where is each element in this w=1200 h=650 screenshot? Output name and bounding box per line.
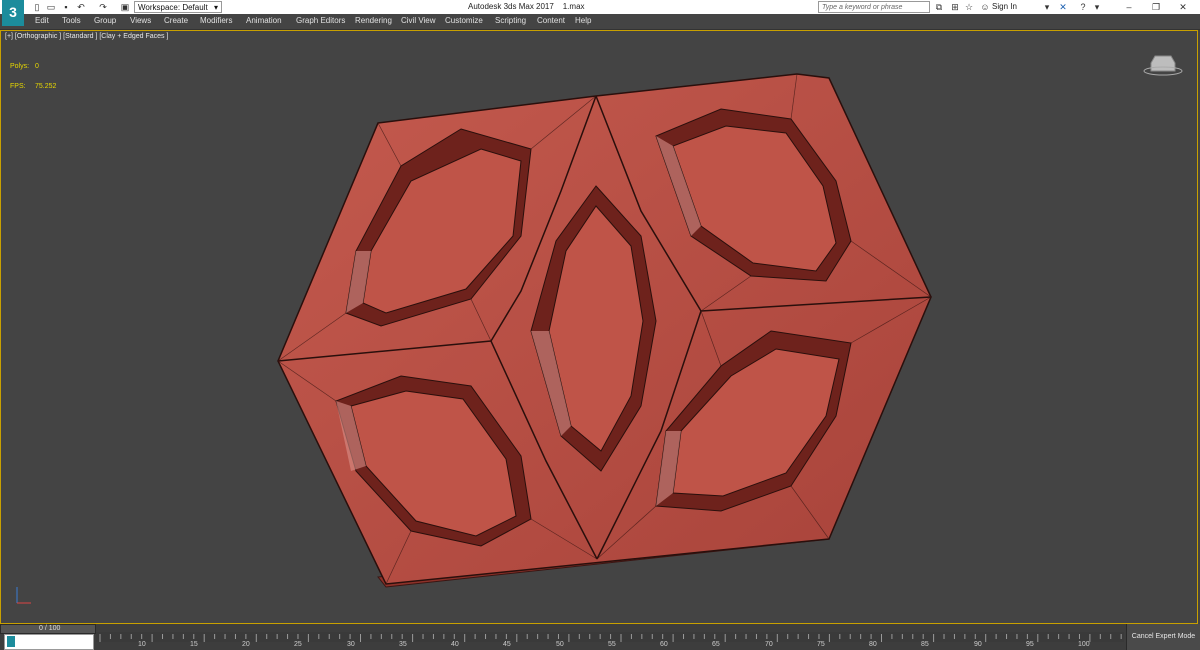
menu-edit[interactable]: Edit bbox=[35, 16, 49, 25]
restore-icon[interactable]: ❐ bbox=[1151, 2, 1161, 12]
tick-label: 60 bbox=[660, 641, 668, 648]
undo-icon[interactable]: ↶ bbox=[76, 2, 86, 12]
tick-label: 70 bbox=[765, 641, 773, 648]
menu-tools[interactable]: Tools bbox=[62, 16, 81, 25]
search-input[interactable]: Type a keyword or phrase bbox=[818, 1, 930, 13]
cancel-expert-mode-button[interactable]: Cancel Expert Mode bbox=[1126, 624, 1200, 650]
tick-label: 10 bbox=[138, 641, 146, 648]
axis-tripod-icon bbox=[16, 587, 31, 604]
tick-label: 30 bbox=[347, 641, 355, 648]
tick-label: 25 bbox=[294, 641, 302, 648]
star-icon[interactable]: ☆ bbox=[964, 2, 974, 12]
tick-label: 55 bbox=[608, 641, 616, 648]
tick-label: 75 bbox=[817, 641, 825, 648]
tick-label: 85 bbox=[921, 641, 929, 648]
chevron-down-icon: ▾ bbox=[213, 3, 218, 12]
workspace-dropdown[interactable]: Workspace: Default ▾ bbox=[134, 1, 222, 13]
minimize-icon[interactable]: – bbox=[1124, 2, 1134, 12]
menu-animation[interactable]: Animation bbox=[246, 16, 282, 25]
perspective-viewport[interactable]: [+] [Orthographic ] [Standard ] [Clay + … bbox=[0, 30, 1198, 624]
app-logo[interactable]: 3 bbox=[2, 0, 24, 26]
binoculars-icon[interactable]: ⧉ bbox=[934, 2, 944, 12]
menu-bar: Edit Tools Group Views Create Modifiers … bbox=[0, 14, 1200, 30]
tick-label: 40 bbox=[451, 641, 459, 648]
menu-customize[interactable]: Customize bbox=[445, 16, 483, 25]
menu-views[interactable]: Views bbox=[130, 16, 151, 25]
autodesk-exchange-icon[interactable]: ✕ bbox=[1058, 2, 1068, 12]
tick-label: 95 bbox=[1026, 641, 1034, 648]
save-icon[interactable]: ▪ bbox=[61, 2, 71, 12]
tick-label: 100 bbox=[1078, 641, 1090, 648]
menu-group[interactable]: Group bbox=[94, 16, 116, 25]
tick-label: 20 bbox=[242, 641, 250, 648]
maxscript-icon bbox=[7, 636, 15, 647]
menu-civil-view[interactable]: Civil View bbox=[401, 16, 436, 25]
tick-label: 65 bbox=[712, 641, 720, 648]
window-title: Autodesk 3ds Max 2017 1.max bbox=[468, 2, 585, 11]
title-bar: 3 ▯ ▭ ▪ ↶ ↷ ▣ Workspace: Default ▾ Autode… bbox=[0, 0, 1200, 26]
tick-label: 45 bbox=[503, 641, 511, 648]
tick-label: 80 bbox=[869, 641, 877, 648]
file-name: 1.max bbox=[562, 2, 585, 11]
help-icon[interactable]: ? bbox=[1078, 2, 1088, 12]
timeline-bar: 0 / 100 5 10 15 20 25 30 35 40 45 50 55 … bbox=[0, 624, 1200, 650]
tick-label: 50 bbox=[556, 641, 564, 648]
chevron-down-icon[interactable]: ▾ bbox=[1042, 2, 1052, 12]
tick-label: 35 bbox=[399, 641, 407, 648]
user-icon[interactable]: ☺ bbox=[980, 2, 990, 12]
chevron-down-icon[interactable]: ▾ bbox=[1092, 2, 1102, 12]
menu-scripting[interactable]: Scripting bbox=[495, 16, 526, 25]
menu-graph-editors[interactable]: Graph Editors bbox=[296, 16, 345, 25]
time-slider[interactable]: 0 / 100 bbox=[0, 624, 96, 634]
menu-create[interactable]: Create bbox=[164, 16, 188, 25]
menu-rendering[interactable]: Rendering bbox=[355, 16, 392, 25]
app-title: Autodesk 3ds Max 2017 bbox=[468, 2, 554, 11]
sign-in-link[interactable]: Sign In bbox=[992, 2, 1017, 11]
close-icon[interactable]: ✕ bbox=[1178, 2, 1188, 12]
new-file-icon[interactable]: ▯ bbox=[32, 2, 42, 12]
redo-icon[interactable]: ↷ bbox=[98, 2, 108, 12]
menu-help[interactable]: Help bbox=[575, 16, 591, 25]
project-icon[interactable]: ▣ bbox=[120, 2, 130, 12]
menu-content[interactable]: Content bbox=[537, 16, 565, 25]
hex-tile-model[interactable] bbox=[1, 31, 1198, 624]
menu-modifiers[interactable]: Modifiers bbox=[200, 16, 232, 25]
workspace-label: Workspace: Default bbox=[138, 3, 208, 12]
tick-label: 15 bbox=[190, 641, 198, 648]
tick-label: 90 bbox=[974, 641, 982, 648]
cart-icon[interactable]: ⊞ bbox=[950, 2, 960, 12]
script-listener-box[interactable] bbox=[4, 634, 94, 650]
frame-counter: 0 / 100 bbox=[39, 625, 61, 632]
open-file-icon[interactable]: ▭ bbox=[46, 2, 56, 12]
